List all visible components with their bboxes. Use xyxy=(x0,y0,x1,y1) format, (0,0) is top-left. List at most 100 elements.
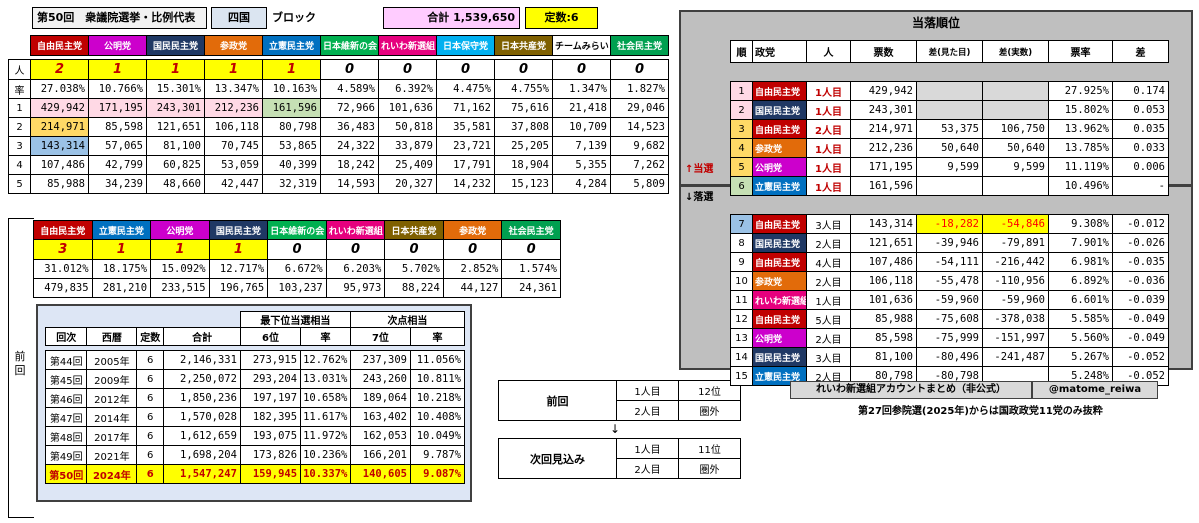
history-cell: 9.787% xyxy=(410,445,465,465)
quotient-cell: 35,581 xyxy=(436,117,495,137)
rank-party: 国民民主党 xyxy=(752,347,807,367)
elected-label: ↑当選 xyxy=(685,164,714,175)
row-label: 1 xyxy=(8,98,31,118)
rank-votes: 85,598 xyxy=(850,328,917,348)
row-label: 率 xyxy=(8,79,31,99)
rank-rate-diff: -0.012 xyxy=(1112,214,1169,234)
rank-diff-actual: -110,956 xyxy=(982,271,1049,291)
rank-person: 5人目 xyxy=(806,309,851,329)
history-cell: 189,064 xyxy=(349,388,412,408)
history-cell: 6 xyxy=(136,464,165,484)
quotient-cell: 42,447 xyxy=(204,174,263,194)
rank-rate: 13.962% xyxy=(1048,119,1113,139)
prev-votes-cell: 44,127 xyxy=(442,278,503,298)
row-label: 5 xyxy=(8,174,31,194)
prev-votes-cell: 233,515 xyxy=(150,278,210,298)
history-cell: 1,850,236 xyxy=(163,388,241,408)
prev-party-header: 自由民主党 xyxy=(33,220,93,240)
rank-number: 3 xyxy=(730,119,753,139)
seat-count: 定数:6 xyxy=(525,7,598,29)
quotient-cell: 7,139 xyxy=(552,136,611,156)
previous-results-table: 自由民主党 立憲民主党 公明党 国民民主党 日本維新の会 れいわ新選組 日本共産党 参政党 社会… xyxy=(33,220,561,298)
history-header: 率 xyxy=(410,327,465,346)
rank-votes: 143,314 xyxy=(850,214,917,234)
seat-count-cell: 0 xyxy=(436,59,495,80)
history-cell: 163,402 xyxy=(349,407,412,427)
rank-diff-visual xyxy=(916,100,983,120)
history-cell: 9.087% xyxy=(410,464,465,484)
history-cell: 237,309 xyxy=(349,350,412,370)
rate-cell: 6.392% xyxy=(378,79,437,99)
rank-party: 自由民主党 xyxy=(752,214,807,234)
rank-diff-visual: -55,478 xyxy=(916,271,983,291)
history-header: 回次 xyxy=(44,327,88,346)
party-header: 国民民主党 xyxy=(146,35,205,56)
ranking-header: 順 xyxy=(730,40,753,63)
rank-person: 2人目 xyxy=(806,233,851,253)
prev-rate-cell: 2.852% xyxy=(442,259,503,279)
reiwa-next-label: 次回見込み xyxy=(498,438,617,479)
history-cell: 166,201 xyxy=(349,445,412,465)
rank-person: 1人目 xyxy=(806,100,851,120)
history-cell: 10.236% xyxy=(300,445,351,465)
quotient-cell: 121,651 xyxy=(146,117,205,137)
prev-party-header: 社会民主党 xyxy=(501,220,561,240)
quotient-cell: 36,483 xyxy=(320,117,379,137)
history-cell: 2014年 xyxy=(86,407,138,427)
party-header: 日本共産党 xyxy=(494,35,553,56)
quotient-cell: 10,709 xyxy=(552,117,611,137)
prev-seat-cell: 1 xyxy=(150,239,210,260)
history-cell: 6 xyxy=(136,388,165,408)
rank-party: 立憲民主党 xyxy=(752,176,807,196)
party-header: 自由民主党 xyxy=(30,35,89,56)
quotient-cell: 18,242 xyxy=(320,155,379,175)
prev-votes-cell: 479,835 xyxy=(33,278,93,298)
rank-diff-actual: -54,846 xyxy=(982,214,1049,234)
history-cell: 第49回 xyxy=(44,445,88,465)
rank-party: 国民民主党 xyxy=(752,233,807,253)
history-cell: 6 xyxy=(136,407,165,427)
history-cell: 10.811% xyxy=(410,369,465,389)
rank-party: 自由民主党 xyxy=(752,81,807,101)
quotient-cell: 5,355 xyxy=(552,155,611,175)
quotient-cell: 17,791 xyxy=(436,155,495,175)
history-cell: 第44回 xyxy=(44,350,88,370)
seat-count-cell: 0 xyxy=(610,59,669,80)
quotient-cell: 9,682 xyxy=(610,136,669,156)
history-header: 西暦 xyxy=(86,327,138,346)
rank-number: 13 xyxy=(730,328,753,348)
quotient-cell: 23,721 xyxy=(436,136,495,156)
quotient-cell: 243,301 xyxy=(146,98,205,118)
party-header: れいわ新選組 xyxy=(378,35,437,56)
prev-seat-cell: 0 xyxy=(442,239,503,260)
quotient-cell: 57,065 xyxy=(88,136,147,156)
total-votes: 合計 1,539,650 xyxy=(383,7,520,29)
prev-votes-cell: 95,973 xyxy=(325,278,386,298)
rate-cell: 4.589% xyxy=(320,79,379,99)
rank-votes: 107,486 xyxy=(850,252,917,272)
seat-count-cell: 0 xyxy=(320,59,379,80)
rank-diff-actual: 50,640 xyxy=(982,138,1049,158)
history-cell: 第50回 xyxy=(44,464,88,484)
history-cell: 11.056% xyxy=(410,350,465,370)
rate-cell: 27.038% xyxy=(30,79,89,99)
history-cell: 2017年 xyxy=(86,426,138,446)
ranking-header: 差 xyxy=(1112,40,1169,63)
rank-votes: 161,596 xyxy=(850,176,917,196)
row-label: 4 xyxy=(8,155,31,175)
reiwa-next-person: 2人目 xyxy=(616,458,679,479)
party-header: 立憲民主党 xyxy=(262,35,321,56)
prev-seat-cell: 0 xyxy=(325,239,386,260)
rank-rate: 11.119% xyxy=(1048,157,1113,177)
account-handle[interactable]: @matome_reiwa xyxy=(1032,381,1158,399)
rank-rate-diff: 0.006 xyxy=(1112,157,1169,177)
prev-party-header: 参政党 xyxy=(442,220,503,240)
rank-number: 4 xyxy=(730,138,753,158)
rank-diff-actual: -241,487 xyxy=(982,347,1049,367)
quotient-cell: 48,660 xyxy=(146,174,205,194)
ranking-title: 当落順位 xyxy=(911,16,960,30)
quotient-cell: 29,046 xyxy=(610,98,669,118)
rank-number: 14 xyxy=(730,347,753,367)
prev-votes-cell: 103,237 xyxy=(267,278,327,298)
history-group-next: 次点相当 xyxy=(349,311,466,328)
